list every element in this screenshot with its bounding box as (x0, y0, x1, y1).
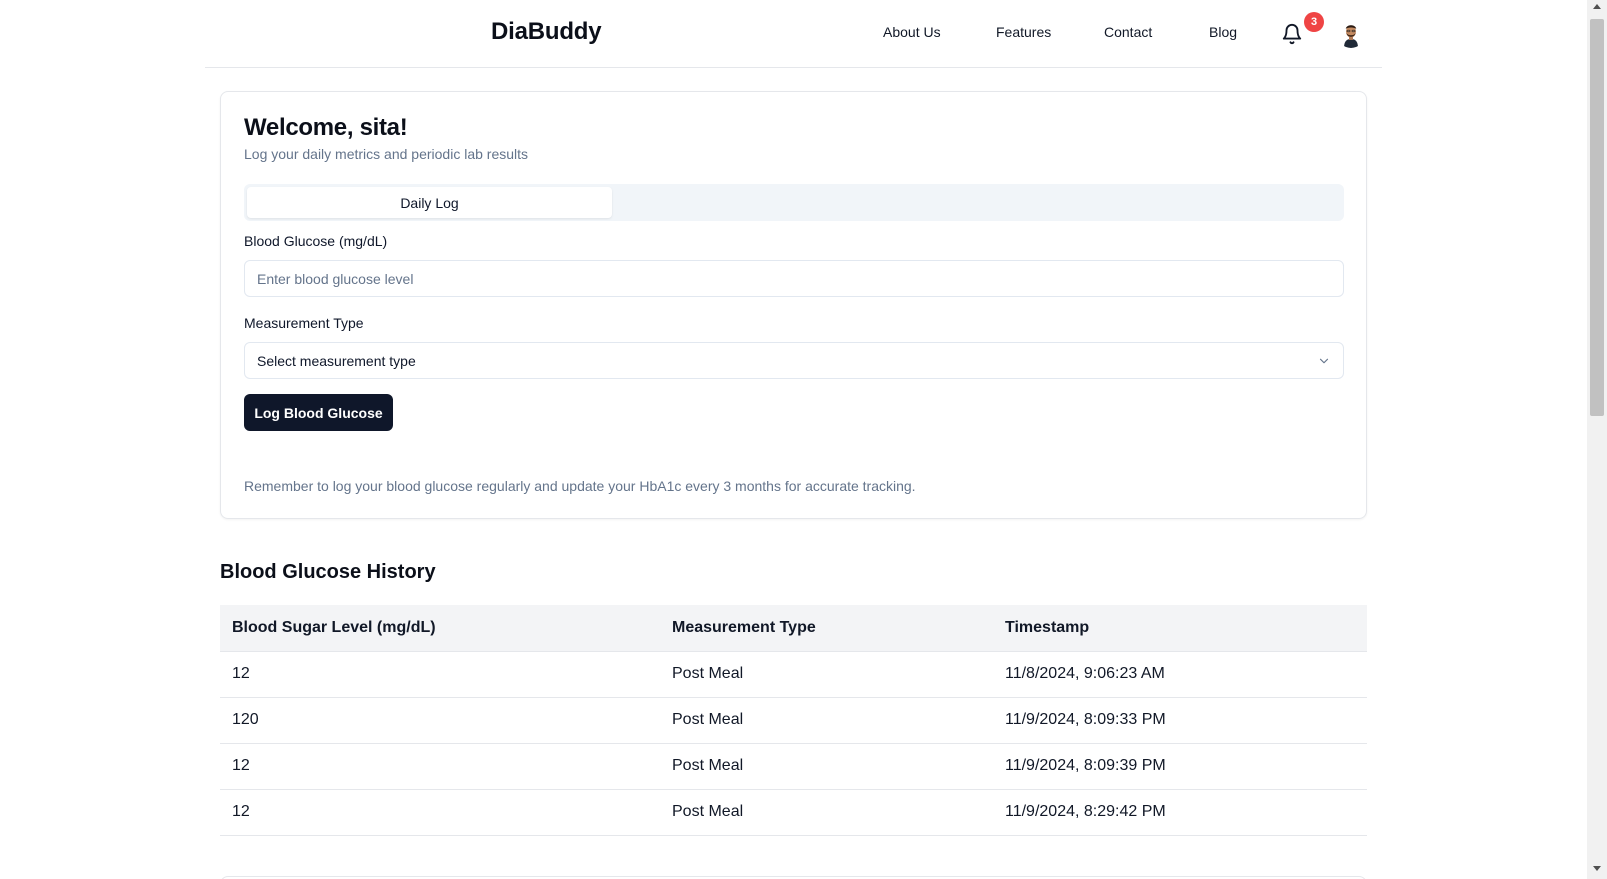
scroll-down-arrow-icon[interactable] (1593, 866, 1601, 871)
column-header: Timestamp (993, 605, 1367, 652)
nav-features[interactable]: Features (996, 24, 1051, 40)
table-cell: 120 (220, 697, 660, 744)
table-cell: Post Meal (660, 697, 993, 744)
nav-blog[interactable]: Blog (1209, 24, 1237, 40)
table-cell: Post Meal (660, 743, 993, 790)
avatar[interactable] (1337, 20, 1365, 48)
scroll-up-arrow-icon[interactable] (1593, 4, 1601, 9)
table-header-row: Blood Sugar Level (mg/dL) Measurement Ty… (220, 605, 1367, 652)
scroll-thumb[interactable] (1590, 19, 1604, 416)
daily-log-card: Welcome, sita! Log your daily metrics an… (220, 91, 1367, 519)
table-cell: Post Meal (660, 789, 993, 836)
log-blood-glucose-button[interactable]: Log Blood Glucose (244, 394, 393, 431)
table-cell: 11/9/2024, 8:09:39 PM (993, 743, 1367, 790)
table-row: 12 Post Meal 11/8/2024, 9:06:23 AM (220, 651, 1367, 698)
table-cell: 12 (220, 743, 660, 790)
vertical-scrollbar[interactable] (1587, 0, 1607, 879)
table-cell: 11/9/2024, 8:29:42 PM (993, 789, 1367, 836)
tab-daily-log[interactable]: Daily Log (247, 187, 612, 218)
brand-logo[interactable]: DiaBuddy (491, 18, 602, 46)
welcome-subtitle: Log your daily metrics and periodic lab … (244, 146, 529, 162)
reminder-text: Remember to log your blood glucose regul… (244, 478, 916, 494)
nav-about-us[interactable]: About Us (883, 24, 941, 40)
log-tabs: Daily Log (244, 184, 1344, 221)
top-navbar: DiaBuddy About Us Features Contact Blog … (205, 0, 1382, 68)
history-table: Blood Sugar Level (mg/dL) Measurement Ty… (220, 605, 1367, 836)
table-cell: 12 (220, 789, 660, 836)
chevron-down-icon (1319, 358, 1329, 363)
notification-badge: 3 (1304, 12, 1324, 32)
table-cell: 11/9/2024, 8:09:33 PM (993, 697, 1367, 744)
nav-contact[interactable]: Contact (1104, 24, 1152, 40)
measurement-type-value: Select measurement type (257, 352, 416, 369)
measurement-type-select[interactable]: Select measurement type (244, 342, 1344, 379)
table-row: 12 Post Meal 11/9/2024, 8:29:42 PM (220, 789, 1367, 836)
bell-icon[interactable] (1281, 22, 1303, 46)
welcome-heading: Welcome, sita! (244, 114, 408, 141)
measurement-type-label: Measurement Type (244, 315, 364, 331)
table-cell: 12 (220, 651, 660, 698)
column-header: Measurement Type (660, 605, 993, 652)
history-title: Blood Glucose History (220, 561, 436, 583)
table-row: 120 Post Meal 11/9/2024, 8:09:33 PM (220, 697, 1367, 744)
table-row: 12 Post Meal 11/9/2024, 8:09:39 PM (220, 743, 1367, 790)
table-cell: Post Meal (660, 651, 993, 698)
column-header: Blood Sugar Level (mg/dL) (220, 605, 660, 652)
table-cell: 11/8/2024, 9:06:23 AM (993, 651, 1367, 698)
blood-glucose-input[interactable] (244, 260, 1344, 297)
blood-glucose-label: Blood Glucose (mg/dL) (244, 233, 388, 249)
page: DiaBuddy About Us Features Contact Blog … (0, 0, 1587, 879)
